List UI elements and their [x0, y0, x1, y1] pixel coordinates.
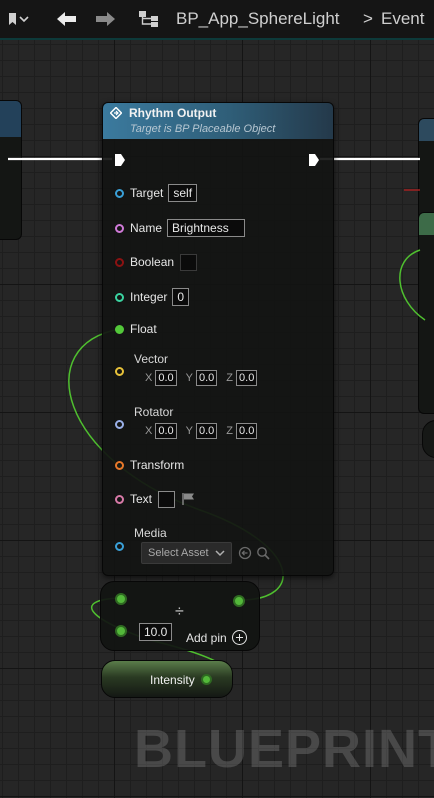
vector-z-label: Z [226, 372, 234, 384]
name-pin-row: Name Brightness [115, 218, 246, 238]
rotator-label: Rotator [134, 405, 174, 419]
vector-y-label: Y [185, 372, 193, 384]
vector-fields: X 0.0 Y 0.0 Z 0.0 [145, 370, 266, 386]
rotator-z-field[interactable]: 0.0 [236, 423, 258, 439]
target-pin-row: Target self [115, 183, 198, 203]
float-pin[interactable] [115, 324, 124, 334]
select-asset-dropdown[interactable]: Select Asset [141, 542, 232, 564]
transform-pin-row: Transform [115, 455, 184, 475]
node-subtitle: Target is BP Placeable Object [130, 123, 276, 135]
rotator-y-label: Y [185, 425, 193, 437]
use-selected-asset-icon[interactable] [238, 546, 252, 560]
vector-pin[interactable] [115, 366, 124, 376]
boolean-checkbox[interactable] [180, 253, 198, 271]
transform-pin[interactable] [115, 460, 124, 470]
media-pin[interactable] [115, 541, 124, 551]
vector-label: Vector [134, 352, 169, 366]
flag-icon[interactable] [181, 492, 197, 506]
exec-out-pin-icon[interactable] [308, 153, 320, 167]
divide-input-a-pin[interactable] [115, 593, 127, 605]
rotator-pin[interactable] [115, 419, 124, 429]
media-selector: Select Asset [141, 542, 270, 564]
rotator-z-label: Z [226, 425, 234, 437]
exec-in-pin-icon[interactable] [114, 153, 126, 167]
vector-x-label: X [145, 372, 153, 384]
media-label: Media [134, 526, 167, 540]
function-icon [110, 107, 122, 119]
chevron-down-icon [215, 550, 225, 557]
boolean-pin[interactable] [115, 257, 124, 267]
text-pin[interactable] [115, 494, 124, 504]
node-title: Rhythm Output [129, 106, 217, 120]
text-label: Text [130, 492, 153, 506]
add-pin-button[interactable]: Add pin [186, 630, 247, 645]
rotator-pin-row [115, 414, 130, 434]
name-label: Name [130, 221, 163, 235]
name-field[interactable]: Brightness [167, 219, 246, 237]
intensity-label: Intensity [150, 673, 195, 687]
divide-symbol: ÷ [175, 603, 184, 620]
target-label: Target [130, 186, 164, 200]
rotator-y-field[interactable]: 0.0 [195, 423, 218, 439]
name-pin[interactable] [115, 223, 124, 233]
text-pin-row: Text [115, 489, 197, 509]
text-field[interactable] [158, 490, 176, 508]
float-label: Float [130, 322, 157, 336]
plus-circle-icon [231, 630, 247, 645]
intensity-variable-node[interactable]: Intensity [101, 660, 233, 698]
integer-label: Integer [130, 290, 168, 304]
integer-pin[interactable] [115, 292, 124, 302]
right-wire[interactable] [399, 249, 426, 321]
integer-field[interactable]: 0 [172, 288, 190, 306]
rhythm-output-node[interactable]: Rhythm Output Target is BP Placeable Obj… [102, 102, 334, 576]
vector-z-field[interactable]: 0.0 [236, 370, 258, 386]
integer-pin-row: Integer 0 [115, 287, 190, 307]
rotator-x-field[interactable]: 0.0 [155, 423, 177, 439]
boolean-pin-row: Boolean [115, 252, 198, 272]
boolean-label: Boolean [130, 255, 175, 269]
transform-label: Transform [130, 458, 185, 472]
divide-output-pin[interactable] [233, 595, 245, 607]
divide-value-field[interactable]: 10.0 [139, 623, 173, 641]
divide-node[interactable]: ÷ 10.0 Add pin [100, 581, 260, 651]
divide-input-b-pin[interactable] [115, 625, 127, 637]
search-icon[interactable] [256, 546, 270, 560]
target-field[interactable]: self [168, 184, 198, 202]
intensity-output-pin[interactable] [201, 674, 212, 685]
node-header[interactable]: Rhythm Output Target is BP Placeable Obj… [103, 103, 333, 139]
float-pin-row: Float [115, 319, 157, 339]
select-asset-text: Select Asset [148, 547, 209, 559]
rotator-x-label: X [145, 425, 153, 437]
vector-pin-row [115, 361, 130, 381]
rotator-fields: X 0.0 Y 0.0 Z 0.0 [145, 423, 266, 439]
vector-y-field[interactable]: 0.0 [195, 370, 218, 386]
media-pin-row [115, 536, 130, 556]
add-pin-label: Add pin [186, 630, 227, 645]
blueprint-watermark: BLUEPRINT [134, 719, 434, 779]
target-pin[interactable] [115, 188, 124, 198]
vector-x-field[interactable]: 0.0 [155, 370, 177, 386]
